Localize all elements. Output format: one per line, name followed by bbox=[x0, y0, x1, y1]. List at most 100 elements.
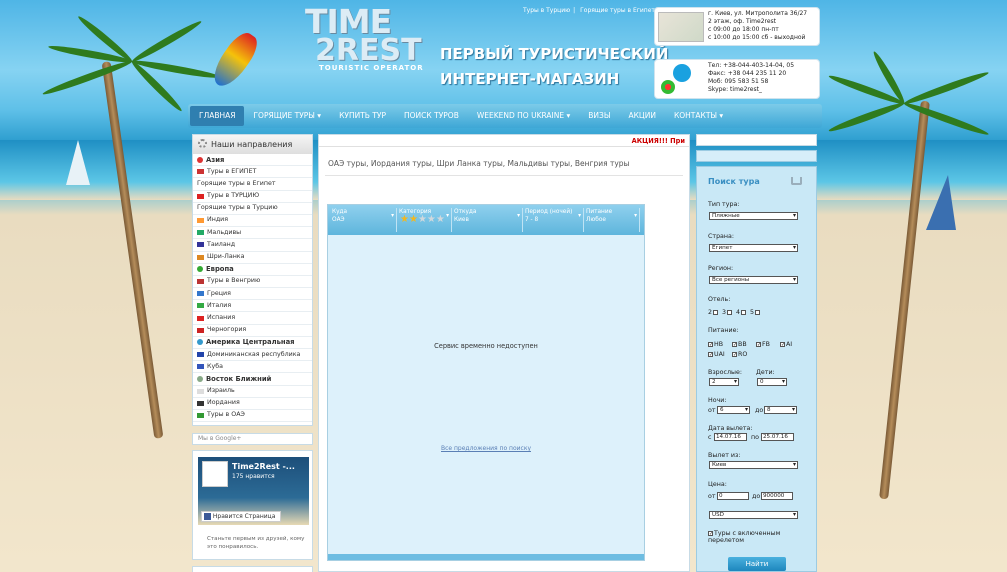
destination-item[interactable]: Туры в Венгрию bbox=[193, 276, 312, 289]
nav-search-tours[interactable]: ПОИСК ТУРОВ bbox=[395, 104, 468, 128]
checkbox[interactable]: ✓ bbox=[708, 351, 713, 357]
included-flight-option[interactable]: ✓Туры с включенным перелетом bbox=[708, 530, 798, 544]
skype-icon[interactable] bbox=[673, 64, 691, 82]
destination-category[interactable]: Европа bbox=[193, 264, 312, 276]
meal-option[interactable]: ✓RO bbox=[732, 351, 747, 358]
nights-to-select[interactable]: 8 bbox=[764, 406, 797, 414]
destination-item[interactable]: Италия bbox=[193, 300, 312, 313]
destination-category[interactable]: Америка Центральная bbox=[193, 337, 312, 349]
promo-text[interactable]: АКЦИЯ!!! При bbox=[632, 137, 685, 145]
meal-option[interactable]: ✓BB bbox=[732, 341, 747, 348]
destination-item[interactable]: Туры в ОАЭ bbox=[193, 410, 312, 423]
date-to-input[interactable]: 25.07.16 bbox=[761, 433, 794, 441]
kids-select[interactable]: 0 bbox=[757, 378, 787, 386]
country-select[interactable]: Египет bbox=[709, 244, 798, 252]
phone-line: Тел: +38-044-403-14-04, 05 bbox=[708, 62, 795, 69]
destination-category[interactable]: Восток Ближний bbox=[193, 373, 312, 386]
nav-visa[interactable]: ВИЗЫ bbox=[579, 104, 619, 128]
tour-type-select[interactable]: Пляжные bbox=[709, 212, 798, 220]
search-button[interactable]: Найти bbox=[728, 557, 786, 571]
checkbox[interactable]: ✓ bbox=[732, 351, 737, 357]
region-select[interactable]: Все регионы bbox=[709, 276, 798, 284]
map-thumbnail[interactable] bbox=[658, 12, 704, 42]
hotel-star-label: 2 bbox=[708, 309, 713, 316]
destination-item[interactable]: Туры в ТУРЦИЮ bbox=[193, 191, 312, 203]
site-logo[interactable]: TIME 2REST TOURISTIC OPERATOR bbox=[305, 5, 425, 88]
nav-hot-tours[interactable]: ГОРЯЩИЕ ТУРЫ ▾ bbox=[244, 104, 330, 128]
checkbox[interactable] bbox=[727, 309, 733, 315]
top-link-turkey[interactable]: Туры в Турцию bbox=[523, 7, 570, 14]
destination-item[interactable]: Мальдивы bbox=[193, 227, 312, 240]
destination-item[interactable]: Индия bbox=[193, 215, 312, 228]
destination-label: Горящие туры в Турцию bbox=[197, 204, 278, 212]
destination-category[interactable]: Азия bbox=[193, 154, 312, 167]
google-plus-label[interactable]: Мы в Google+ bbox=[198, 435, 241, 442]
destination-item[interactable]: Таиланд bbox=[193, 239, 312, 252]
destinations-sidebar: Наши направления Азия Туры в ЕГИПЕТ Горящи… bbox=[192, 134, 313, 426]
destination-item[interactable]: Шри-Ланка bbox=[193, 252, 312, 264]
destination-item[interactable]: Иордания bbox=[193, 398, 312, 410]
filter-1[interactable]: Категория ▾ ★★★★★ bbox=[399, 208, 452, 232]
nights-from-select[interactable]: 6 bbox=[717, 406, 750, 414]
hotel-star-option[interactable]: 4 bbox=[736, 309, 747, 316]
nights-from-prefix: от bbox=[708, 407, 716, 414]
nav-contacts[interactable]: КОНТАКТЫ ▾ bbox=[665, 104, 732, 128]
star-rating[interactable]: ★★★★★ bbox=[400, 215, 445, 225]
destination-item[interactable]: Черногория bbox=[193, 325, 312, 337]
price-to-input[interactable]: 900000 bbox=[761, 492, 793, 500]
meal-option[interactable]: ✓AI bbox=[780, 341, 792, 348]
checkbox[interactable]: ✓ bbox=[732, 341, 737, 347]
filter-4[interactable]: Питание Любое ▾ bbox=[586, 208, 640, 232]
destination-item[interactable]: Израиль bbox=[193, 386, 312, 398]
checkbox[interactable] bbox=[755, 309, 761, 315]
nav-promotions[interactable]: АКЦИИ bbox=[619, 104, 665, 128]
adults-select[interactable]: 2 bbox=[709, 378, 739, 386]
meal-option[interactable]: ✓HB bbox=[708, 341, 723, 348]
checkbox[interactable]: ✓ bbox=[708, 530, 713, 536]
destination-item[interactable]: Греция bbox=[193, 288, 312, 301]
meal-option[interactable]: ✓UAI bbox=[708, 351, 725, 358]
flag-icon bbox=[197, 218, 204, 224]
flag-icon bbox=[197, 169, 204, 175]
nav-buy-tour[interactable]: КУПИТЬ ТУР bbox=[330, 104, 395, 128]
filter-2[interactable]: Откуда Киев ▾ bbox=[454, 208, 523, 232]
region-icon bbox=[197, 375, 203, 382]
checkbox[interactable]: ✓ bbox=[708, 341, 713, 347]
destination-label: Европа bbox=[206, 265, 234, 274]
adults-label: Взрослые: bbox=[708, 369, 742, 376]
tour-search-widget: Куда ОАЭ ▾ Категория ▾ ★★★★★ Откуда Киев ▾ Период… bbox=[327, 204, 645, 561]
star-icon: ★ bbox=[435, 214, 445, 225]
checkbox[interactable]: ✓ bbox=[756, 341, 761, 347]
filter-value: 7 - 8 bbox=[525, 217, 539, 223]
hotel-star-option[interactable]: 5 bbox=[750, 309, 761, 316]
checkbox[interactable] bbox=[713, 309, 719, 315]
icq-icon[interactable] bbox=[661, 80, 675, 94]
filter-3[interactable]: Период (ночей) 7 - 8 ▾ bbox=[525, 208, 584, 232]
all-offers-link[interactable]: Все предложения по поиску bbox=[328, 445, 644, 452]
top-links: Туры в Турцию | Горящие туры в Египет bbox=[523, 7, 655, 14]
nav-weekend-ukraine[interactable]: WEEKEND ПО UKRAINE ▾ bbox=[468, 104, 579, 128]
top-link-egypt[interactable]: Горящие туры в Египет bbox=[580, 7, 655, 14]
filter-0[interactable]: Куда ОАЭ ▾ bbox=[332, 208, 397, 232]
nav-home[interactable]: ГЛАВНАЯ bbox=[190, 106, 245, 126]
destination-item[interactable]: Горящие туры в Египет bbox=[193, 178, 312, 191]
date-from-input[interactable]: 14.07.16 bbox=[714, 433, 747, 441]
destination-item[interactable]: Доминиканская республика bbox=[193, 349, 312, 362]
hotel-star-option[interactable]: 3 bbox=[722, 309, 733, 316]
hotel-star-option[interactable]: 2 bbox=[708, 309, 719, 316]
flag-icon bbox=[197, 230, 204, 236]
checkbox[interactable] bbox=[741, 309, 747, 315]
fb-cover[interactable]: Time2Rest -... 175 нравится Нравится Стр… bbox=[198, 457, 309, 525]
destination-item[interactable]: Куба bbox=[193, 361, 312, 374]
destination-item[interactable]: Туры в ЕГИПЕТ bbox=[193, 166, 312, 179]
price-from-input[interactable]: 0 bbox=[717, 492, 749, 500]
destination-item[interactable]: Испания bbox=[193, 312, 312, 325]
depart-select[interactable]: Киев bbox=[709, 461, 798, 469]
slogan-line2: ИНТЕРНЕТ-МАГАЗИН bbox=[440, 70, 620, 88]
meal-option[interactable]: ✓FB bbox=[756, 341, 770, 348]
currency-select[interactable]: USD bbox=[709, 511, 798, 519]
checkbox[interactable]: ✓ bbox=[780, 341, 785, 347]
destination-item[interactable]: Горящие туры в Турцию bbox=[193, 203, 312, 215]
fb-like-button[interactable]: Нравится Страница bbox=[201, 511, 281, 522]
right-small-box-2 bbox=[696, 150, 817, 162]
